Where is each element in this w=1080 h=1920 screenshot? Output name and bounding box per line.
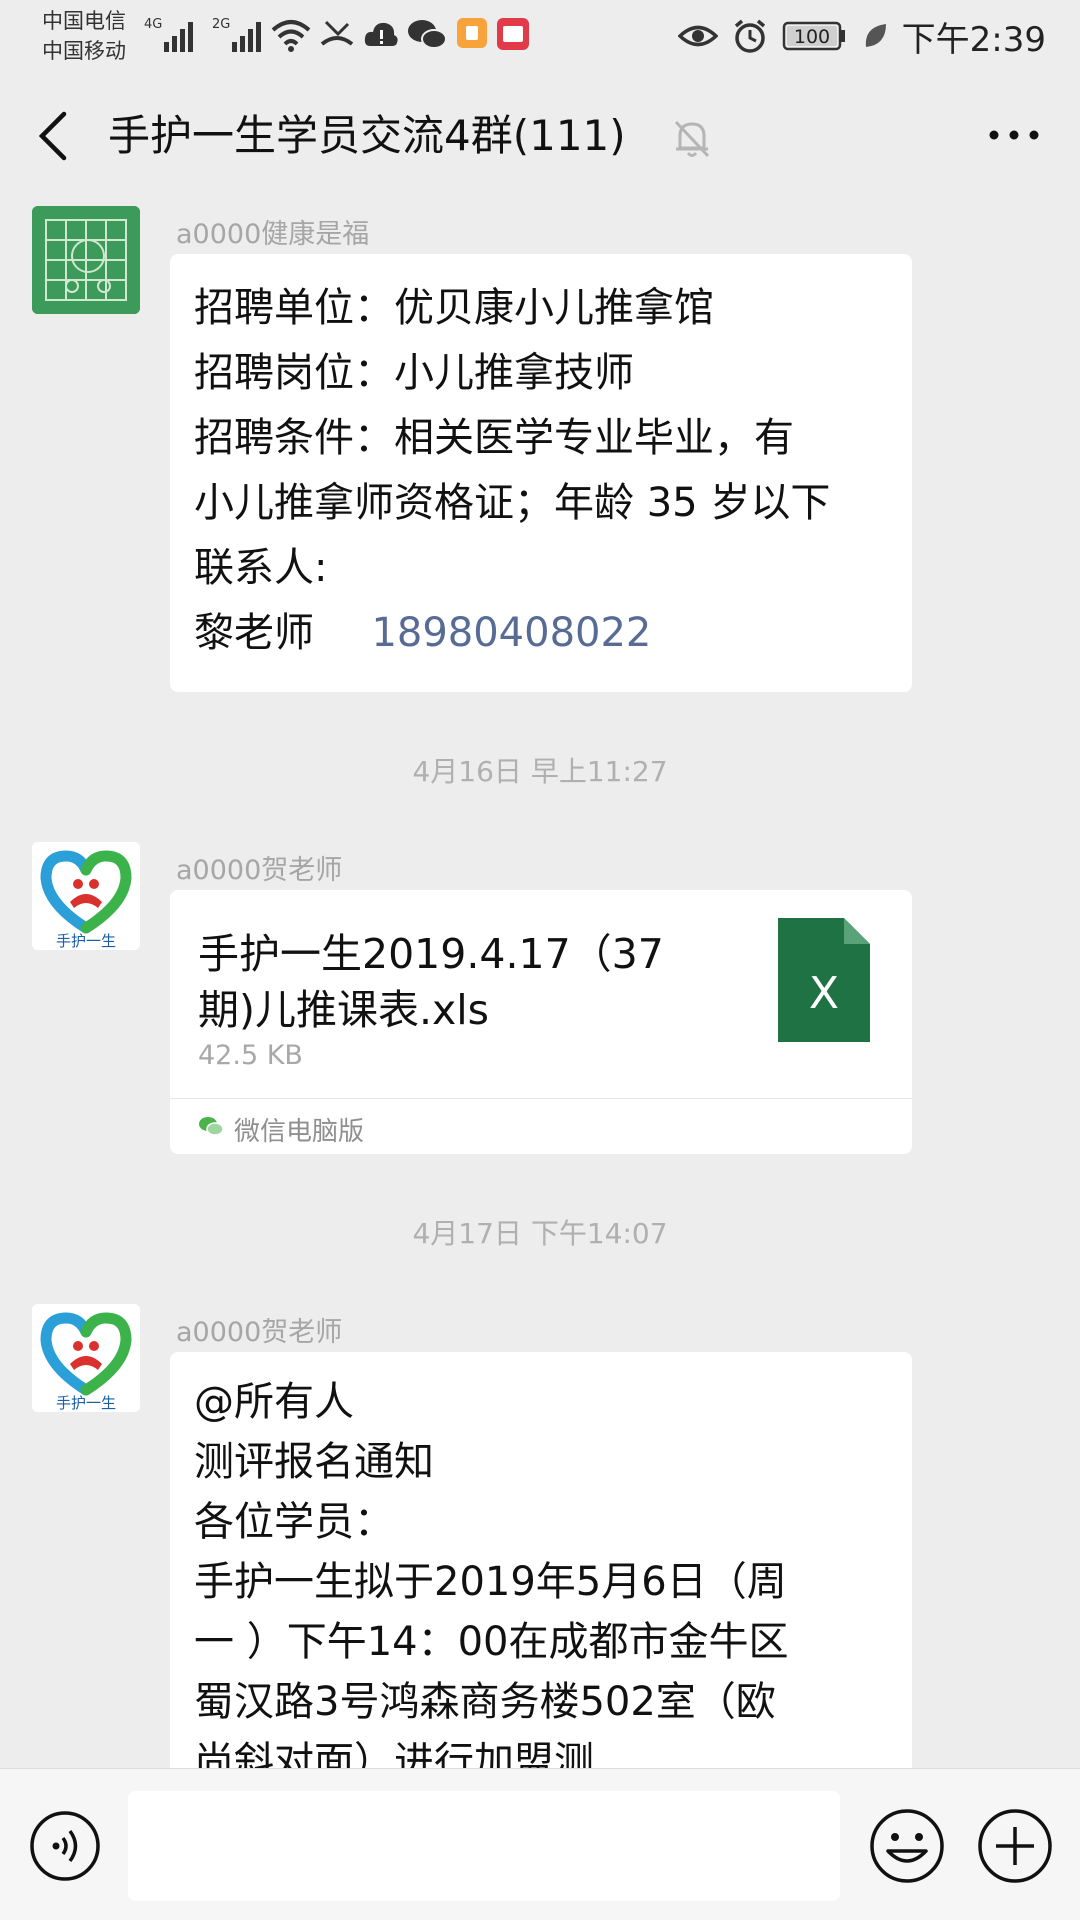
file-message-card[interactable]: 手护一生2019.4.17（37 期)儿推课表.xls 42.5 KB X 微信… [170, 890, 912, 1154]
back-arrow-icon[interactable] [30, 106, 80, 166]
emoji-icon[interactable] [868, 1807, 946, 1885]
excel-file-icon: X [778, 918, 870, 1042]
carrier-telecom: 中国电信 [42, 9, 126, 33]
carrier-labels: 中国电信 中国移动 [42, 6, 126, 66]
carrier-mobile: 中国移动 [42, 39, 126, 63]
source-label: 微信电脑版 [234, 1117, 365, 1147]
message-bubble[interactable]: 招聘单位：优贝康小儿推拿馆 招聘岗位：小儿推拿技师 招聘条件：相关医学专业毕业，… [170, 254, 912, 692]
phone-number-link[interactable]: 18980408022 [371, 610, 651, 656]
mute-bell-icon [674, 120, 710, 158]
sender-avatar[interactable]: 手护一生 [32, 1304, 140, 1412]
signal-4g-icon: 4G [144, 17, 193, 52]
sender-name: a0000健康是福 [176, 219, 370, 250]
missed-call-icon [320, 20, 354, 46]
svg-text:100: 100 [794, 26, 830, 48]
chat-title: 手护一生学员交流4群(111) [108, 111, 626, 160]
heart-hands-logo: 手护一生 [32, 1304, 140, 1412]
eye-comfort-icon [677, 25, 718, 47]
wechat-pc-icon [199, 1117, 224, 1136]
message-line: 各位学员： [194, 1499, 394, 1545]
status-bar: 中国电信 中国移动 4G 2G 100 下午2:39 [0, 0, 1080, 80]
clock: 下午2:39 [901, 19, 1046, 60]
wifi-icon [271, 20, 311, 52]
sender-avatar[interactable] [32, 206, 140, 314]
signal-2g-icon: 2G [212, 17, 261, 52]
voice-input-icon[interactable] [28, 1809, 102, 1883]
sender-avatar[interactable]: 手护一生 [32, 842, 140, 950]
svg-text:手护一生: 手护一生 [56, 932, 116, 950]
input-bar [0, 1768, 1080, 1920]
sender-name: a0000贺老师 [176, 855, 343, 886]
message-line: 手护一生拟于2019年5月6日（周 [194, 1559, 787, 1605]
add-more-icon[interactable] [976, 1807, 1054, 1885]
wechat-icon [408, 20, 447, 49]
svg-text:X: X [809, 968, 839, 1019]
status-right: 100 下午2:39 [677, 14, 1046, 60]
svg-text:手护一生: 手护一生 [56, 1394, 116, 1412]
contact-line: 黎老师 18980408022 [194, 601, 888, 666]
orange-app-icon [457, 18, 487, 48]
svg-text:4G: 4G [144, 17, 162, 32]
message-line: 测评报名通知 [194, 1439, 434, 1485]
message-line: @所有人 [194, 1379, 354, 1425]
contact-name: 黎老师 [194, 610, 314, 656]
message-line: 小儿推拿师资格证；年龄 35 岁以下 [194, 480, 831, 526]
message-line: 招聘条件：相关医学专业毕业，有 [194, 415, 794, 461]
sender-name: a0000贺老师 [176, 1317, 343, 1348]
battery-icon: 100 [782, 21, 845, 51]
leaf-icon [865, 24, 886, 47]
message-line: 招聘岗位：小儿推拿技师 [194, 350, 634, 396]
vmall-icon [497, 18, 529, 50]
avatar-image [32, 206, 140, 314]
file-size: 42.5 KB [198, 1040, 303, 1071]
file-source: 微信电脑版 [170, 1098, 912, 1154]
chat-timestamp: 4月16日 早上11:27 [412, 755, 668, 788]
chat-timestamp: 4月17日 下午14:07 [412, 1217, 668, 1250]
svg-text:2G: 2G [212, 17, 230, 32]
file-name-line: 手护一生2019.4.17（37 [198, 930, 664, 978]
file-name: 手护一生2019.4.17（37 期)儿推课表.xls [198, 926, 698, 1038]
message-input[interactable] [128, 1791, 840, 1901]
more-options-icon[interactable] [984, 120, 1044, 150]
file-name-line: 期)儿推课表.xls [198, 986, 490, 1034]
message-line: 一 ）下午14：00在成都市金牛区 [194, 1619, 789, 1665]
message-line: 联系人: [194, 545, 328, 591]
message-line: 招聘单位：优贝康小儿推拿馆 [194, 285, 714, 331]
alarm-icon [734, 19, 765, 53]
heart-hands-logo: 手护一生 [32, 842, 140, 950]
message-line: 蜀汉路3号鸿森商务楼502室（欧 [194, 1679, 776, 1725]
cloud-alert-icon [364, 22, 398, 46]
chat-header: 手护一生学员交流4群(111) [0, 80, 1080, 195]
